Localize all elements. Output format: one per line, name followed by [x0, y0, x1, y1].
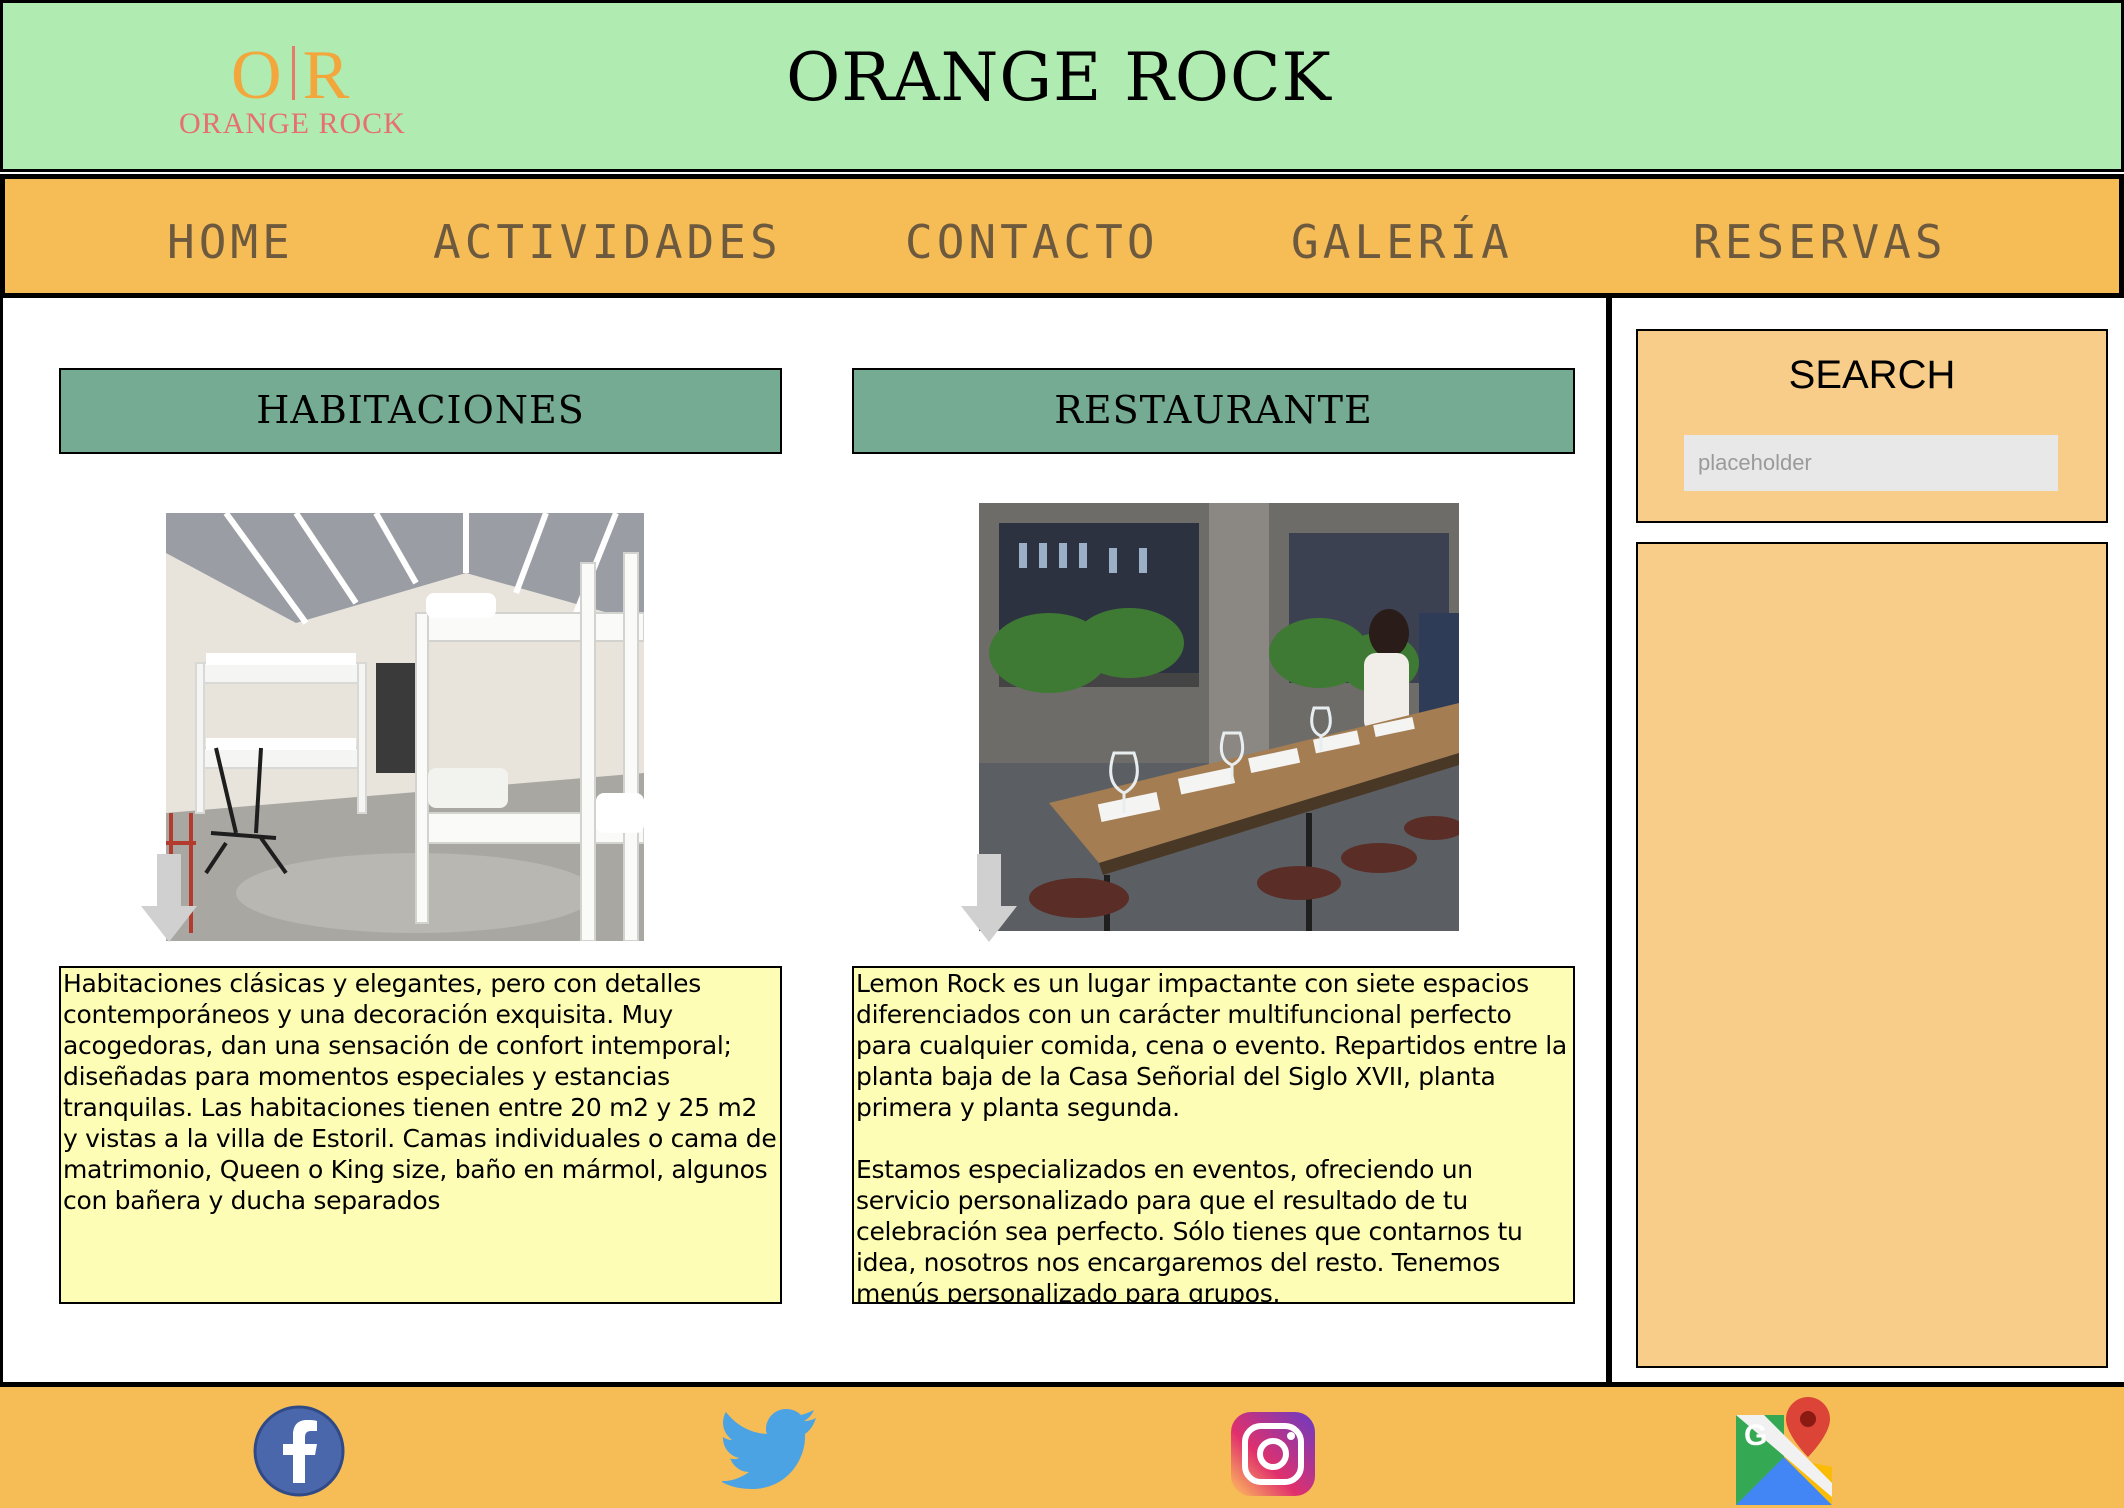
facebook-icon[interactable] — [253, 1405, 345, 1497]
bunk-room-image — [166, 513, 644, 941]
main-nav: HOME ACTIVIDADES CONTACTO GALERÍA RESERV… — [0, 174, 2124, 298]
nav-item-actividades[interactable]: ACTIVIDADES — [433, 215, 782, 269]
restaurant-image — [979, 503, 1459, 931]
site-header: OR ORANGE ROCK ORANGE ROCK — [0, 0, 2124, 172]
site-title: ORANGE ROCK — [786, 39, 1332, 116]
search-panel: SEARCH — [1636, 329, 2108, 523]
sidebar: SEARCH — [1612, 298, 2124, 1386]
sidebar-panel — [1636, 542, 2108, 1368]
restaurante-arrow-icon — [961, 854, 1017, 942]
google-maps-icon[interactable]: G — [1734, 1397, 1836, 1505]
restaurante-text-1: Lemon Rock es un lugar impactante con si… — [856, 969, 1567, 1122]
habitaciones-description: Habitaciones clásicas y elegantes, pero … — [59, 966, 782, 1304]
habitaciones-arrow-icon — [141, 854, 197, 942]
search-title: SEARCH — [1788, 353, 1956, 397]
instagram-icon[interactable] — [1231, 1412, 1315, 1496]
restaurante-title[interactable]: RESTAURANTE — [852, 368, 1575, 454]
nav-item-reservas[interactable]: RESERVAS — [1693, 215, 1947, 269]
restaurante-text-2: Estamos especializados en eventos, ofrec… — [856, 1155, 1523, 1304]
nav-item-galeria[interactable]: GALERÍA — [1291, 215, 1513, 269]
nav-item-home[interactable]: HOME — [167, 215, 294, 269]
main-content: HABITACIONES Habitaciones clásicas y ele… — [0, 298, 1612, 1386]
maps-g-letter: G — [1744, 1419, 1767, 1452]
search-input[interactable] — [1684, 435, 2058, 491]
habitaciones-title[interactable]: HABITACIONES — [59, 368, 782, 454]
restaurante-photo[interactable] — [979, 503, 1459, 931]
twitter-icon[interactable] — [722, 1409, 818, 1489]
nav-item-contacto[interactable]: CONTACTO — [905, 215, 1159, 269]
habitaciones-photo[interactable] — [166, 513, 644, 941]
site-footer: G — [0, 1382, 2124, 1508]
habitaciones-text: Habitaciones clásicas y elegantes, pero … — [63, 969, 777, 1215]
restaurante-description: Lemon Rock es un lugar impactante con si… — [852, 966, 1575, 1304]
